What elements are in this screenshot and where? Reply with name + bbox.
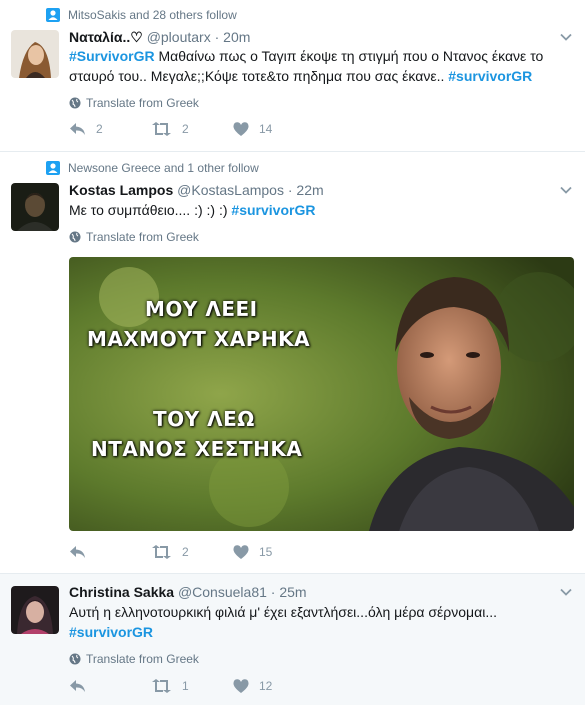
globe-icon: [69, 97, 81, 109]
social-context-text: MitsoSakis and 28 others follow: [68, 8, 237, 22]
avatar[interactable]: [11, 30, 59, 78]
like-count: 12: [259, 679, 273, 693]
translate-text: Translate from Greek: [86, 652, 199, 666]
reply-icon: [70, 680, 85, 692]
tweet-header: Christina Sakka @Consuela81 · 25m: [69, 584, 307, 600]
timestamp[interactable]: 25m: [279, 584, 306, 600]
retweet-icon: [152, 679, 171, 693]
tweet[interactable]: MitsoSakis and 28 others follow Ναταλία.…: [0, 0, 585, 152]
chevron-down-icon[interactable]: [559, 30, 573, 44]
tweet-text-body: Με το συμπάθειο.... :) :) :): [69, 202, 232, 218]
globe-icon: [69, 231, 81, 243]
separator: ·: [270, 584, 276, 600]
reply-button[interactable]: 2: [69, 122, 103, 136]
heart-icon: [233, 679, 249, 693]
like-button[interactable]: 15: [233, 545, 272, 559]
meme-caption-line: ΝΤΑΝΟΣ ΧΕΣΤΗΚΑ: [91, 437, 303, 461]
tweet-text: Αυτή η ελληνοτουρκική φιλιά μ' έχει εξαν…: [69, 602, 564, 642]
display-name[interactable]: Christina Sakka: [69, 584, 174, 600]
separator: ·: [287, 182, 293, 198]
hashtag[interactable]: #survivorGR: [69, 624, 153, 640]
retweet-count: 2: [182, 545, 189, 559]
translate-link[interactable]: Translate from Greek: [69, 652, 199, 666]
hashtag[interactable]: #survivorGR: [448, 68, 532, 84]
like-count: 15: [259, 545, 273, 559]
tweet-header: Ναταλία..♡ @ploutarx · 20m: [69, 29, 250, 46]
chevron-down-icon[interactable]: [559, 183, 573, 197]
retweet-count: 2: [182, 122, 189, 136]
translate-text: Translate from Greek: [86, 96, 199, 110]
username[interactable]: @Consuela81: [178, 584, 267, 600]
avatar-photo: [11, 30, 59, 78]
display-name[interactable]: Ναταλία..♡: [69, 29, 143, 45]
avatar-photo: [11, 183, 59, 231]
social-context-text: Newsone Greece and 1 other follow: [68, 161, 259, 175]
retweet-button[interactable]: 2: [151, 545, 189, 559]
reply-icon: [70, 546, 85, 558]
timestamp[interactable]: 22m: [296, 182, 323, 198]
tweet-text-body: Αυτή η ελληνοτουρκική φιλιά μ' έχει εξαν…: [69, 604, 497, 620]
reply-button[interactable]: [69, 679, 96, 693]
username[interactable]: @ploutarx: [147, 29, 211, 45]
like-button[interactable]: 12: [233, 679, 272, 693]
hashtag[interactable]: #survivorGR: [231, 202, 315, 218]
retweet-button[interactable]: 2: [151, 122, 189, 136]
social-context: Newsone Greece and 1 other follow: [46, 161, 259, 175]
like-button[interactable]: 14: [233, 122, 272, 136]
timestamp[interactable]: 20m: [223, 29, 250, 45]
avatar-photo: [11, 586, 59, 634]
meme-caption-line: ΜΟΥ ΛΕΕΙ: [145, 297, 258, 321]
tweet-text: Με το συμπάθειο.... :) :) :) #survivorGR: [69, 200, 564, 220]
meme-caption-line: ΜΑΧΜΟΥΤ ΧΑΡΗΚΑ: [87, 327, 311, 351]
reply-icon: [70, 123, 85, 135]
separator: ·: [214, 29, 220, 45]
chevron-down-icon[interactable]: [559, 585, 573, 599]
translate-link[interactable]: Translate from Greek: [69, 230, 199, 244]
social-context: MitsoSakis and 28 others follow: [46, 8, 237, 22]
retweet-count: 1: [182, 679, 189, 693]
translate-link[interactable]: Translate from Greek: [69, 96, 199, 110]
like-count: 14: [259, 122, 273, 136]
avatar[interactable]: [11, 586, 59, 634]
username[interactable]: @KostasLampos: [177, 182, 284, 198]
tweet[interactable]: Christina Sakka @Consuela81 · 25m Αυτή η…: [0, 574, 585, 705]
globe-icon: [69, 653, 81, 665]
reply-count: 2: [96, 122, 103, 136]
heart-icon: [233, 122, 249, 136]
display-name[interactable]: Kostas Lampos: [69, 182, 173, 198]
retweet-icon: [152, 545, 171, 559]
tweet-header: Kostas Lampos @KostasLampos · 22m: [69, 182, 324, 198]
follow-person-icon: [46, 8, 60, 22]
translate-text: Translate from Greek: [86, 230, 199, 244]
tweet-media-image[interactable]: ΜΟΥ ΛΕΕΙ ΜΑΧΜΟΥΤ ΧΑΡΗΚΑ ΤΟΥ ΛΕΩ ΝΤΑΝΟΣ Χ…: [69, 257, 574, 531]
tweet[interactable]: Newsone Greece and 1 other follow Kostas…: [0, 152, 585, 574]
meme-caption-line: ΤΟΥ ΛΕΩ: [153, 407, 255, 431]
tweet-text: #SurvivorGR Μαθαίνω πως ο Ταγιπ έκοψε τη…: [69, 46, 564, 86]
heart-icon: [233, 545, 249, 559]
reply-button[interactable]: [69, 545, 96, 559]
hashtag[interactable]: #SurvivorGR: [69, 48, 155, 64]
follow-person-icon: [46, 161, 60, 175]
avatar[interactable]: [11, 183, 59, 231]
retweet-icon: [152, 122, 171, 136]
retweet-button[interactable]: 1: [151, 679, 189, 693]
